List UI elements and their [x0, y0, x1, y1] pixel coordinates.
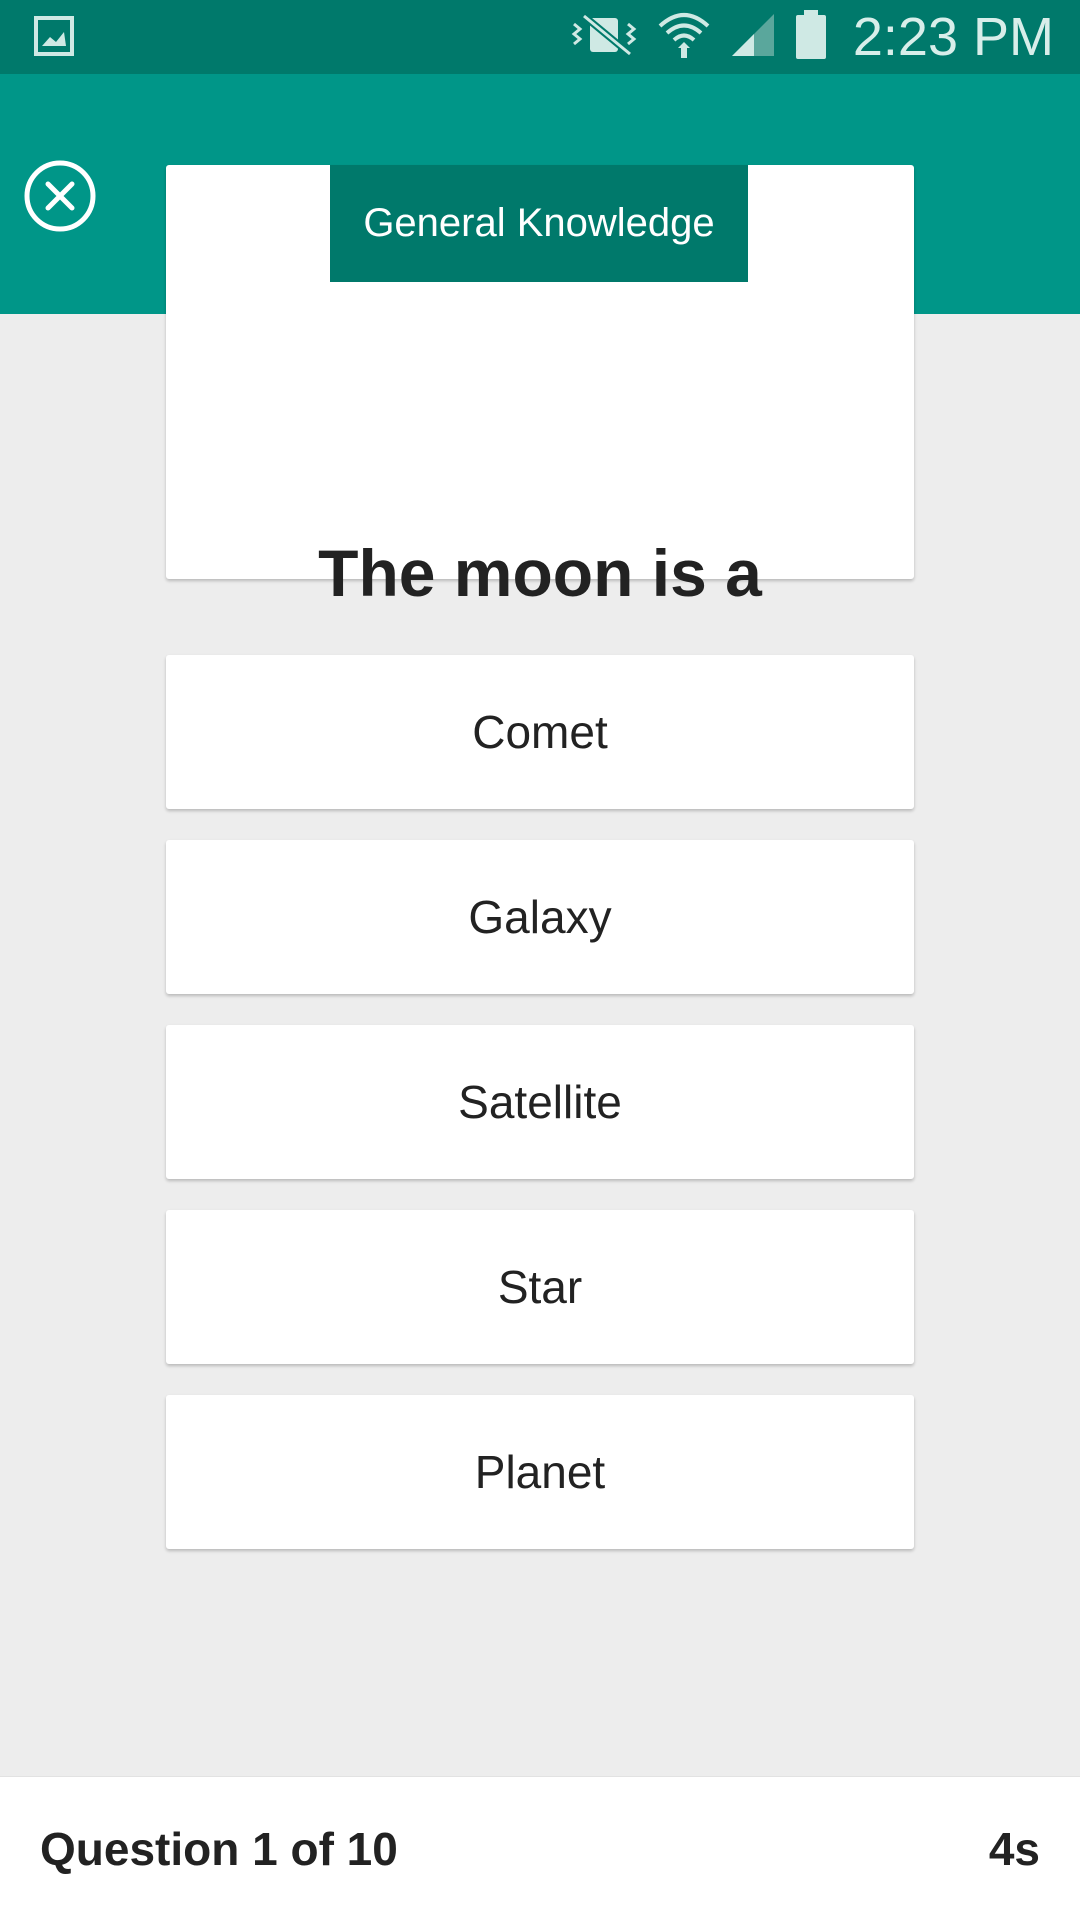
answer-option-galaxy[interactable]: Galaxy — [166, 840, 914, 994]
answer-option-planet[interactable]: Planet — [166, 1395, 914, 1549]
question-text: The moon is a — [318, 536, 762, 610]
answer-option-star[interactable]: Star — [166, 1210, 914, 1364]
category-label: General Knowledge — [330, 165, 748, 282]
question-card: General Knowledge The moon is a — [166, 165, 914, 610]
question-counter: Question 1 of 10 — [40, 1823, 398, 1875]
battery-icon — [794, 9, 828, 65]
wifi-icon — [656, 10, 712, 65]
close-icon[interactable] — [22, 158, 98, 234]
timer: 4s — [988, 1823, 1040, 1875]
image-icon — [34, 16, 74, 56]
quiz-footer: Question 1 of 10 4s — [0, 1776, 1080, 1920]
cell-signal-icon — [728, 10, 778, 65]
answer-option-satellite[interactable]: Satellite — [166, 1025, 914, 1179]
vibrate-mute-icon — [570, 12, 640, 63]
status-time: 2:23 PM — [852, 7, 1054, 67]
answer-option-comet[interactable]: Comet — [166, 655, 914, 809]
quiz-screen: 2:23 PM General Knowledge The moon is a … — [0, 0, 1080, 1920]
status-bar: 2:23 PM — [0, 0, 1080, 74]
